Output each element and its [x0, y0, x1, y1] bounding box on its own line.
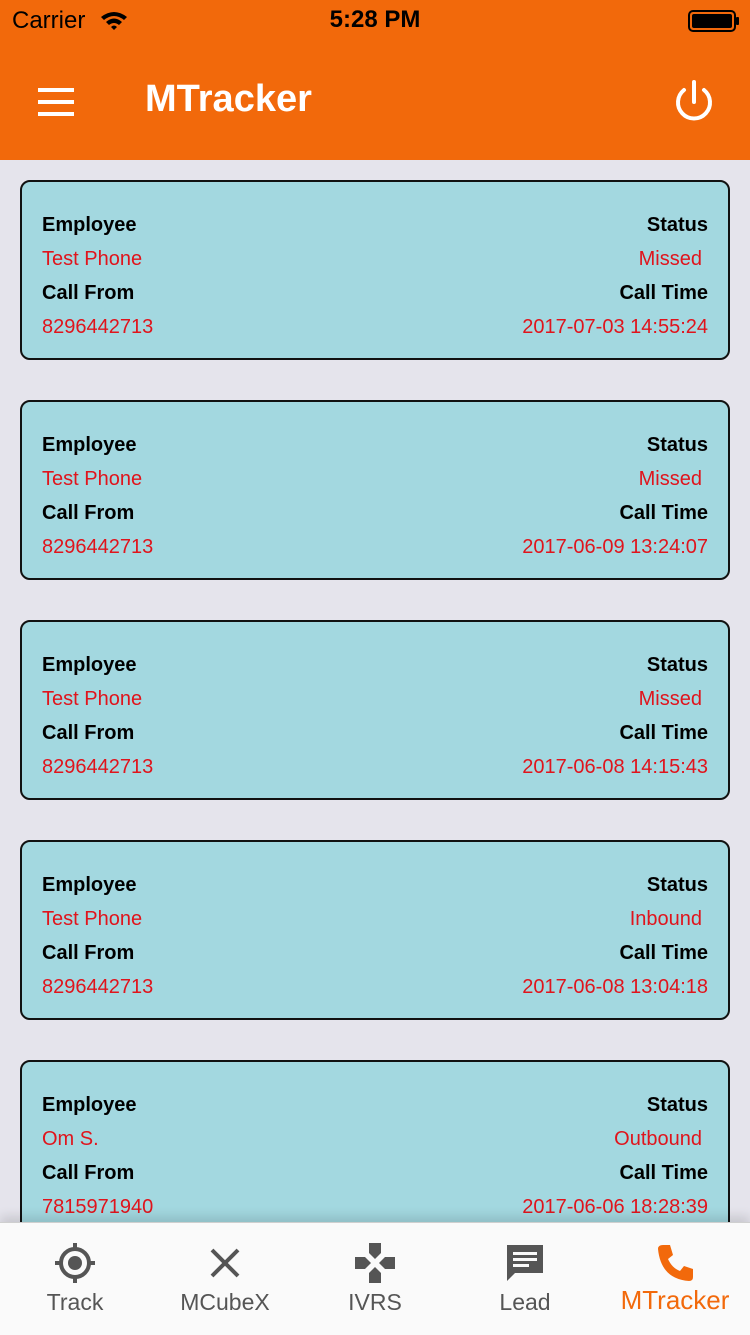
tab-lead[interactable]: Lead [450, 1223, 600, 1335]
call-time-label: Call Time [619, 502, 708, 524]
employee-label: Employee [42, 434, 137, 456]
tab-track[interactable]: Track [0, 1223, 150, 1335]
call-from-label: Call From [42, 502, 135, 524]
tab-ivrs[interactable]: IVRS [300, 1223, 450, 1335]
call-from-value: 8296442713 [42, 316, 154, 338]
call-from-label: Call From [42, 1162, 135, 1184]
close-icon [210, 1248, 240, 1278]
menu-icon-bar-top [38, 88, 74, 92]
status-label: Status [646, 214, 708, 236]
employee-label: Employee [42, 654, 137, 676]
call-card[interactable]: Employee Status Test Phone Missed Call F… [20, 180, 730, 360]
employee-value: Test Phone [42, 908, 143, 930]
status-value: Missed [638, 248, 702, 270]
call-from-value: 7815971940 [42, 1196, 154, 1218]
menu-button[interactable] [30, 80, 82, 124]
call-from-label: Call From [42, 722, 135, 744]
page-title: MTracker [145, 78, 312, 120]
crosshair-icon [55, 1243, 95, 1283]
call-list[interactable]: Employee Status Test Phone Missed Call F… [0, 160, 750, 1222]
phone-icon [658, 1245, 693, 1281]
power-icon[interactable] [670, 78, 718, 126]
call-time-value: 2017-06-08 13:04:18 [522, 976, 708, 998]
employee-value: Om S. [42, 1128, 99, 1150]
tab-bar: Track MCubeX IVRS Lead MTracker [0, 1222, 750, 1335]
call-time-label: Call Time [619, 1162, 708, 1184]
call-time-value: 2017-06-06 18:28:39 [522, 1196, 708, 1218]
gamepad-icon [355, 1243, 395, 1283]
menu-icon-bar-bottom [38, 112, 74, 116]
call-card[interactable]: Employee Status Test Phone Missed Call F… [20, 400, 730, 580]
status-bar: Carrier 5:28 PM [0, 0, 750, 40]
status-value: Missed [638, 468, 702, 490]
tab-label: MTracker [620, 1285, 730, 1315]
call-from-value: 8296442713 [42, 536, 154, 558]
call-time-label: Call Time [619, 942, 708, 964]
message-icon [507, 1245, 543, 1281]
call-time-label: Call Time [619, 722, 708, 744]
call-time-value: 2017-06-08 14:15:43 [522, 756, 708, 778]
app-bar: MTracker [0, 40, 750, 160]
employee-label: Employee [42, 874, 137, 896]
employee-value: Test Phone [42, 468, 143, 490]
status-label: Status [646, 874, 708, 896]
call-from-value: 8296442713 [42, 756, 154, 778]
call-from-label: Call From [42, 942, 135, 964]
tab-mcubex[interactable]: MCubeX [150, 1223, 300, 1335]
status-label: Status [646, 434, 708, 456]
tab-mtracker[interactable]: MTracker [600, 1223, 750, 1335]
status-value: Outbound [614, 1128, 702, 1150]
battery-icon [688, 10, 739, 32]
tab-label: Track [46, 1289, 104, 1315]
status-label: Status [646, 1094, 708, 1116]
call-card[interactable]: Employee Status Om S. Outbound Call From… [20, 1060, 730, 1222]
call-from-label: Call From [42, 282, 135, 304]
status-value: Missed [638, 688, 702, 710]
status-label: Status [646, 654, 708, 676]
call-time-value: 2017-06-09 13:24:07 [522, 536, 708, 558]
menu-icon-bar-middle [38, 100, 74, 104]
status-value: Inbound [629, 908, 702, 930]
call-time-label: Call Time [619, 282, 708, 304]
employee-value: Test Phone [42, 248, 143, 270]
employee-value: Test Phone [42, 688, 143, 710]
tab-label: Lead [499, 1289, 551, 1315]
call-from-value: 8296442713 [42, 976, 154, 998]
status-time: 5:28 PM [329, 6, 421, 33]
tab-label: IVRS [348, 1289, 402, 1315]
call-time-value: 2017-07-03 14:55:24 [522, 316, 708, 338]
call-card[interactable]: Employee Status Test Phone Missed Call F… [20, 620, 730, 800]
tab-label: MCubeX [180, 1289, 270, 1315]
call-card[interactable]: Employee Status Test Phone Inbound Call … [20, 840, 730, 1020]
employee-label: Employee [42, 214, 137, 236]
employee-label: Employee [42, 1094, 137, 1116]
